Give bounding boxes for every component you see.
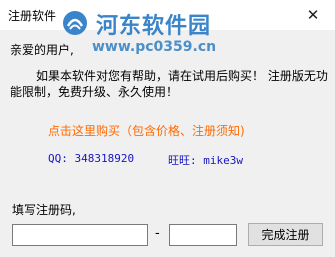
watermark-logo-icon [63, 11, 87, 35]
code-separator: - [155, 226, 160, 241]
watermark-url: www.pc0359.cn [92, 39, 217, 55]
qq-contact: QQ: 348318920 [48, 152, 135, 165]
registration-code-part2-input[interactable] [169, 224, 237, 246]
finish-registration-button[interactable]: 完成注册 [248, 223, 323, 246]
watermark-title: 河东软件园 [96, 13, 212, 39]
window-title: 注册软件 [8, 9, 57, 23]
registration-code-part1-input[interactable] [12, 224, 148, 246]
wangwang-contact: 旺旺: mike3w [168, 154, 243, 167]
purchase-message: 如果本软件对您有帮助，请在试用后购买！ 注册版无功能限制，免费升级、永久使用！ [10, 69, 328, 99]
greeting-text: 亲爱的用户, [10, 43, 74, 57]
register-dialog: 注册软件 ✕ 河东软件园 www.pc0359.cn 亲爱的用户, 如果本软件对… [0, 0, 335, 257]
close-button[interactable]: ✕ [291, 0, 335, 30]
registration-code-label: 填写注册码, [12, 203, 76, 217]
buy-link[interactable]: 点击这里购买（包含价格、注册须知) [48, 122, 245, 139]
close-icon: ✕ [306, 6, 320, 24]
watermark: 河东软件园 www.pc0359.cn [62, 10, 252, 62]
